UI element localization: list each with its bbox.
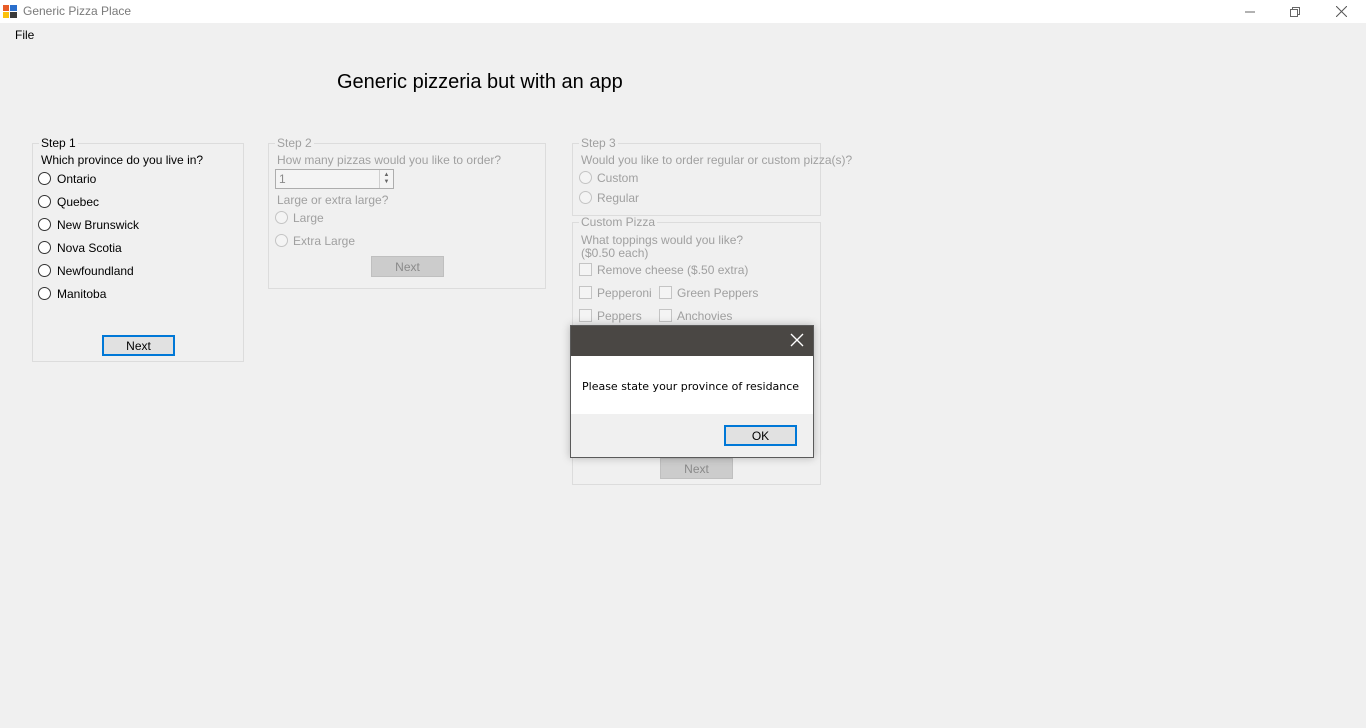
radio-label[interactable]: Custom	[597, 171, 638, 185]
minimize-button[interactable]	[1227, 0, 1273, 23]
radio-button[interactable]	[579, 171, 592, 184]
step1-next-button[interactable]: Next	[102, 335, 175, 356]
radio-button[interactable]	[579, 191, 592, 204]
toppings-question: What toppings would you like?	[581, 233, 744, 247]
step3-group: Step 3 Would you like to order regular o…	[572, 137, 852, 216]
minimize-icon	[1245, 11, 1255, 12]
checkbox-label[interactable]: Anchovies	[677, 309, 732, 323]
radio-button[interactable]	[275, 234, 288, 247]
restore-icon	[1290, 6, 1300, 17]
checkbox[interactable]	[579, 286, 592, 299]
step2-legend: Step 2	[275, 136, 314, 150]
radio-label[interactable]: Nova Scotia	[57, 241, 122, 255]
quantity-question: How many pizzas would you like to order?	[277, 153, 502, 167]
radio-button[interactable]	[38, 218, 51, 231]
close-icon	[1335, 6, 1347, 17]
menu-bar: File	[0, 23, 1366, 46]
radio-button[interactable]	[38, 264, 51, 277]
radio-label[interactable]: Quebec	[57, 195, 99, 209]
stepper-arrows-icon[interactable]: ▲ ▼	[379, 170, 393, 188]
step1-legend: Step 1	[39, 136, 78, 150]
page-heading: Generic pizzeria but with an app	[337, 71, 623, 93]
restore-button[interactable]	[1272, 0, 1318, 23]
menu-file[interactable]: File	[15, 28, 34, 42]
checkbox-label[interactable]: Pepperoni	[597, 286, 652, 300]
radio-button[interactable]	[38, 241, 51, 254]
ok-button[interactable]: OK	[724, 425, 797, 446]
dialog-titlebar	[571, 326, 813, 356]
checkbox-label[interactable]: Green Peppers	[677, 286, 758, 300]
checkbox[interactable]	[579, 309, 592, 322]
step1-group: Step 1 Which province do you live in? On…	[32, 137, 244, 362]
app-icon	[3, 5, 17, 18]
step2-next-button[interactable]: Next	[371, 256, 444, 277]
message-dialog: Please state your province of residance …	[570, 325, 814, 458]
checkbox-label[interactable]: Peppers	[597, 309, 642, 323]
checkbox-label[interactable]: Remove cheese ($.50 extra)	[597, 263, 748, 277]
custom-next-button[interactable]: Next	[660, 458, 733, 479]
pizza-type-question: Would you like to order regular or custo…	[581, 153, 853, 167]
title-bar: Generic Pizza Place	[0, 0, 1366, 23]
close-button[interactable]	[1318, 0, 1364, 23]
radio-button[interactable]	[38, 172, 51, 185]
radio-label[interactable]: Large	[293, 211, 324, 225]
quantity-stepper[interactable]: 1 ▲ ▼	[275, 169, 394, 189]
checkbox[interactable]	[659, 286, 672, 299]
toppings-price-note: ($0.50 each)	[581, 246, 649, 260]
radio-label[interactable]: Ontario	[57, 172, 96, 186]
checkbox[interactable]	[579, 263, 592, 276]
radio-label[interactable]: New Brunswick	[57, 218, 139, 232]
window-title: Generic Pizza Place	[23, 4, 132, 18]
radio-label[interactable]: Regular	[597, 191, 639, 205]
radio-button[interactable]	[38, 287, 51, 300]
step2-group: Step 2 How many pizzas would you like to…	[268, 137, 546, 289]
radio-label[interactable]: Extra Large	[293, 234, 355, 248]
province-question: Which province do you live in?	[41, 153, 204, 167]
close-icon[interactable]	[789, 332, 805, 348]
size-question: Large or extra large?	[277, 193, 389, 207]
radio-label[interactable]: Manitoba	[57, 287, 106, 301]
quantity-value: 1	[279, 172, 286, 186]
radio-button[interactable]	[275, 211, 288, 224]
radio-label[interactable]: Newfoundland	[57, 264, 134, 278]
dialog-body: Please state your province of residance	[571, 356, 813, 414]
dialog-message: Please state your province of residance	[582, 380, 800, 393]
step3-legend: Step 3	[579, 136, 618, 150]
custom-pizza-legend: Custom Pizza	[579, 215, 658, 229]
radio-button[interactable]	[38, 195, 51, 208]
checkbox[interactable]	[659, 309, 672, 322]
